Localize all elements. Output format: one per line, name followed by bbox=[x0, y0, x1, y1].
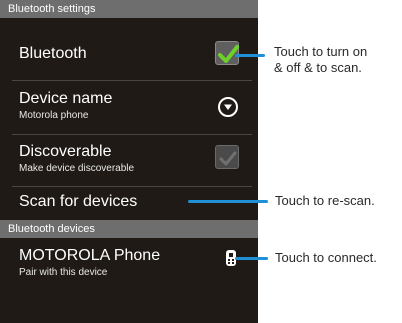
callout-line-toggle bbox=[235, 54, 265, 57]
checkmark-icon bbox=[219, 151, 237, 166]
callout-toggle-line1: Touch to turn on bbox=[274, 44, 368, 59]
callout-toggle: Touch to turn on & off & to scan. bbox=[274, 44, 367, 76]
callout-connect: Touch to connect. bbox=[275, 250, 377, 265]
divider bbox=[12, 80, 252, 81]
bluetooth-devices-header: Bluetooth devices bbox=[0, 220, 258, 238]
callout-rescan: Touch to re-scan. bbox=[275, 193, 375, 208]
settings-header: Bluetooth settings bbox=[0, 0, 258, 18]
divider bbox=[12, 134, 252, 135]
callout-line-rescan bbox=[188, 200, 268, 203]
device-action: Pair with this device bbox=[19, 267, 108, 278]
callout-line-connect bbox=[235, 257, 268, 260]
divider bbox=[12, 186, 252, 187]
device-title: MOTOROLA Phone bbox=[19, 247, 161, 264]
bluetooth-checkbox[interactable] bbox=[215, 41, 239, 65]
chevron-down-icon[interactable] bbox=[218, 97, 238, 117]
device-list-item[interactable]: MOTOROLA Phone Pair with this device bbox=[0, 246, 258, 279]
phone-screen: Bluetooth settings Bluetooth Device name… bbox=[0, 0, 258, 323]
discoverable-checkbox[interactable] bbox=[215, 145, 239, 169]
callout-toggle-line2: & off & to scan. bbox=[274, 60, 362, 75]
